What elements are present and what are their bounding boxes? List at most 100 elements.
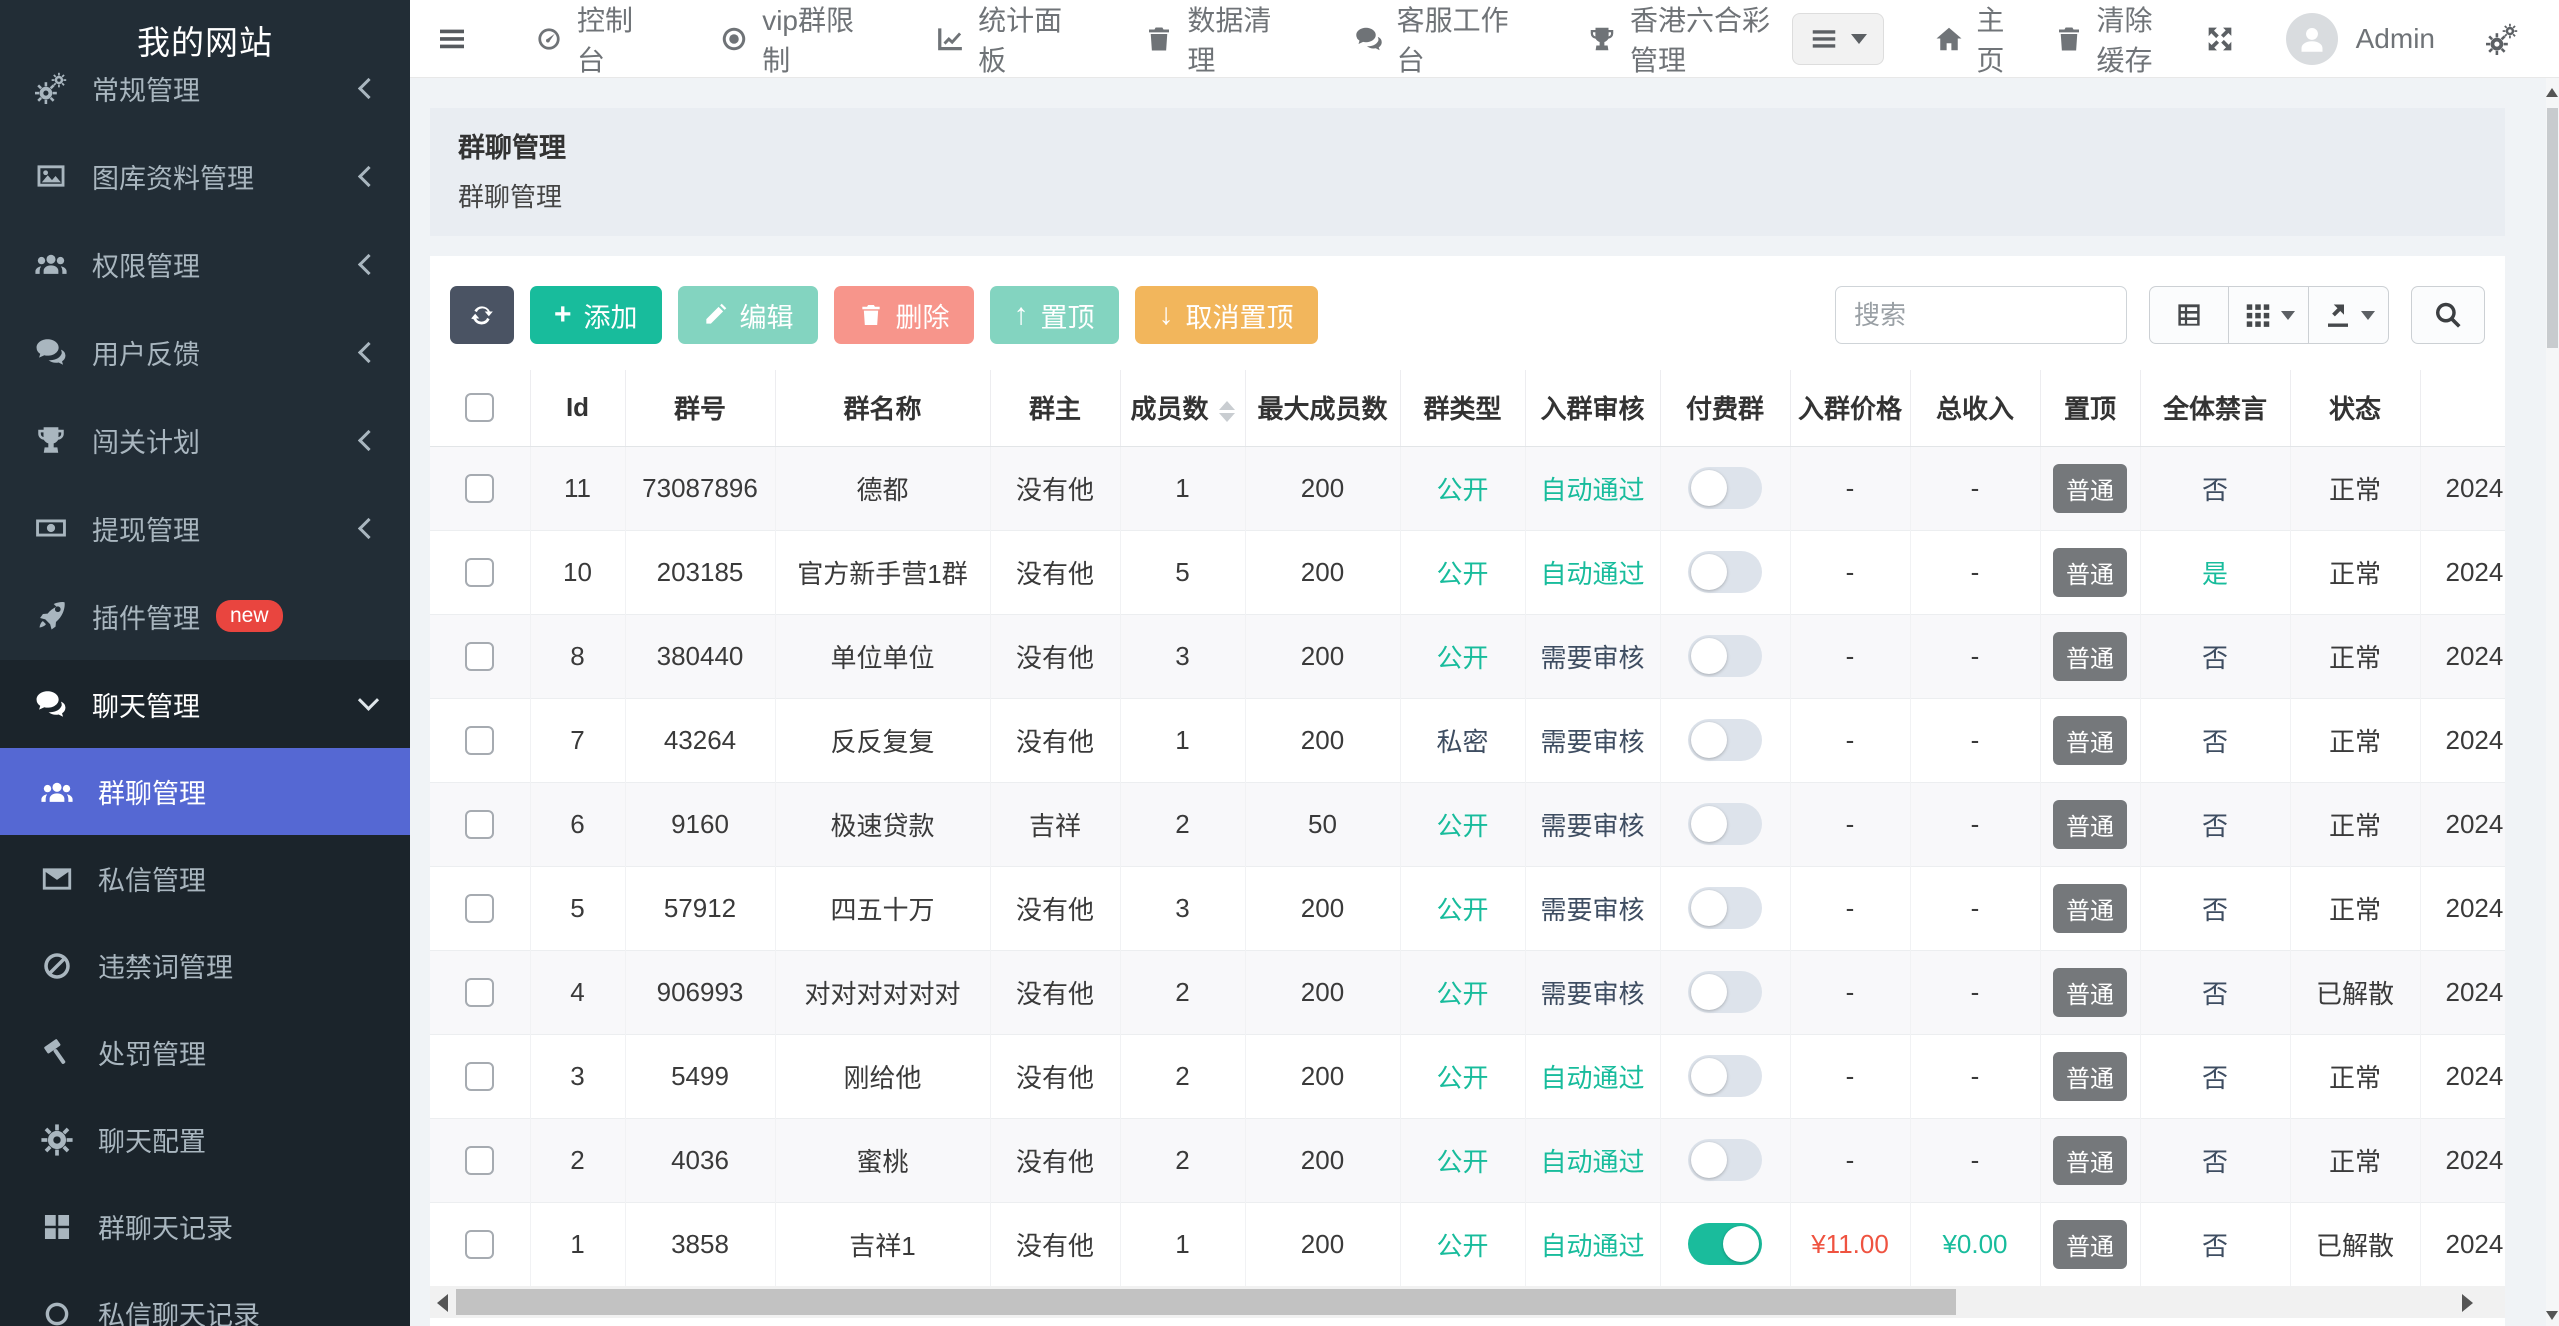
tab-hk-lottery-mgmt[interactable]: 香港六合彩管理 <box>1587 0 1792 79</box>
sidebar-item-withdraw-mgmt[interactable]: 提现管理 <box>0 484 410 572</box>
vertical-scroll-thumb[interactable] <box>2547 108 2558 348</box>
row-checkbox[interactable] <box>465 1230 494 1259</box>
sidebar-item-group-chat-mgmt[interactable]: 群聊管理 <box>0 748 410 835</box>
cell-max_members: 50 <box>1245 782 1400 866</box>
sidebar-item-private-msg-mgmt[interactable]: 私信管理 <box>0 835 410 922</box>
sidebar-item-banned-words-mgmt[interactable]: 违禁词管理 <box>0 922 410 1009</box>
tab-data-cleanup[interactable]: 数据清理 <box>1144 0 1277 79</box>
export-icon <box>2323 300 2353 330</box>
columns-dropdown-button[interactable] <box>2229 286 2309 344</box>
export-dropdown-button[interactable] <box>2309 286 2389 344</box>
navbar-right: 主页 清除缓存 Admin <box>1792 0 2533 79</box>
fullscreen-button[interactable] <box>2204 23 2236 55</box>
pin-badge: 普通 <box>2053 716 2127 765</box>
scroll-up-arrow[interactable] <box>2546 88 2558 97</box>
tab-list-dropdown-button[interactable] <box>1792 13 1884 65</box>
select-all-checkbox[interactable] <box>465 393 494 422</box>
paid-toggle[interactable] <box>1688 1223 1762 1265</box>
sidebar-toggle-button[interactable] <box>436 23 468 55</box>
cell-status: 正常 <box>2290 446 2420 530</box>
sidebar-item-gallery-mgmt[interactable]: 图库资料管理 <box>0 132 410 220</box>
row-checkbox[interactable] <box>465 810 494 839</box>
paid-toggle[interactable] <box>1688 803 1762 845</box>
tab-vip-group-limit[interactable]: vip群限制 <box>719 0 859 79</box>
row-checkbox[interactable] <box>465 894 494 923</box>
row-checkbox[interactable] <box>465 1062 494 1091</box>
cell-pin: 普通 <box>2040 866 2140 950</box>
settings-button[interactable] <box>2485 22 2519 56</box>
pin-top-button[interactable]: ↑ 置顶 <box>990 286 1119 344</box>
row-checkbox[interactable] <box>465 1146 494 1175</box>
row-checkbox-cell <box>430 614 530 698</box>
sidebar-item-private-chat-records[interactable]: 私信聊天记录 <box>0 1270 410 1326</box>
cell-max_members: 200 <box>1245 530 1400 614</box>
row-checkbox[interactable] <box>465 978 494 1007</box>
paid-toggle[interactable] <box>1688 971 1762 1013</box>
cell-pin: 普通 <box>2040 446 2140 530</box>
row-checkbox[interactable] <box>465 726 494 755</box>
paid-toggle[interactable] <box>1688 635 1762 677</box>
delete-button[interactable]: 删除 <box>834 286 974 344</box>
scroll-down-arrow[interactable] <box>2546 1311 2558 1320</box>
column-header[interactable]: 成员数 <box>1120 370 1245 446</box>
cell-mute: 否 <box>2140 1118 2290 1202</box>
tab-customer-service[interactable]: 客服工作台 <box>1354 0 1511 79</box>
cell-price: - <box>1790 446 1910 530</box>
paid-toggle[interactable] <box>1688 551 1762 593</box>
detail-view-button[interactable] <box>2149 286 2229 344</box>
cell-price: - <box>1790 614 1910 698</box>
trophy-icon <box>34 423 68 457</box>
row-checkbox[interactable] <box>465 642 494 671</box>
table-card: + 添加 编辑 删除 ↑ 置顶 <box>430 256 2505 1326</box>
sidebar-item-chat-config[interactable]: 聊天配置 <box>0 1096 410 1183</box>
scroll-left-arrow[interactable] <box>437 1294 448 1312</box>
cell-owner: 没有他 <box>990 446 1120 530</box>
paid-toggle[interactable] <box>1688 887 1762 929</box>
cell-created: 2024 <box>2420 446 2505 530</box>
cell-id: 2 <box>530 1118 625 1202</box>
paid-toggle[interactable] <box>1688 467 1762 509</box>
cell-paid <box>1660 1118 1790 1202</box>
sidebar-item-group-chat-records[interactable]: 群聊天记录 <box>0 1183 410 1270</box>
sidebar-item-permission-mgmt[interactable]: 权限管理 <box>0 220 410 308</box>
unpin-button[interactable]: ↓ 取消置顶 <box>1135 286 1318 344</box>
column-header-label: 付费群 <box>1686 394 1764 424</box>
row-checkbox[interactable] <box>465 474 494 503</box>
add-button[interactable]: + 添加 <box>530 286 662 344</box>
scroll-right-arrow[interactable] <box>2462 1294 2473 1312</box>
sidebar-item-punishment-mgmt[interactable]: 处罚管理 <box>0 1009 410 1096</box>
cell-status: 已解散 <box>2290 950 2420 1034</box>
user-menu[interactable]: Admin <box>2286 13 2435 65</box>
search-input[interactable] <box>1835 286 2127 344</box>
sidebar-item-chat-mgmt[interactable]: 聊天管理 <box>0 660 410 748</box>
sort-icon[interactable] <box>1219 401 1235 422</box>
tab-stats-panel[interactable]: 统计面板 <box>935 0 1068 79</box>
home-button[interactable]: 主页 <box>1934 0 2004 79</box>
sidebar-item-plugin-mgmt[interactable]: 插件管理 new <box>0 572 410 660</box>
horizontal-scroll-thumb[interactable] <box>456 1289 1956 1315</box>
sidebar-item-challenge-plan[interactable]: 闯关计划 <box>0 396 410 484</box>
paid-toggle[interactable] <box>1688 1139 1762 1181</box>
tab-console[interactable]: 控制台 <box>534 0 643 79</box>
paid-toggle[interactable] <box>1688 719 1762 761</box>
page-title: 群聊管理 <box>458 126 2477 165</box>
column-header: 置顶 <box>2040 370 2140 446</box>
top-navbar: 控制台 vip群限制 统计面板 数据清理 客服工作台 香港六合彩管理 <box>410 0 2559 78</box>
row-checkbox[interactable] <box>465 558 494 587</box>
header-checkbox-cell <box>430 370 530 446</box>
cell-mute: 否 <box>2140 446 2290 530</box>
edit-button[interactable]: 编辑 <box>678 286 818 344</box>
clear-cache-button[interactable]: 清除缓存 <box>2054 0 2153 79</box>
refresh-button[interactable] <box>450 286 514 344</box>
cell-income: - <box>1910 950 2040 1034</box>
column-header-label: 群主 <box>1029 394 1081 424</box>
column-header-label: 入群价格 <box>1798 394 1902 424</box>
caret-down-icon <box>2281 311 2295 320</box>
sidebar-item-user-feedback[interactable]: 用户反馈 <box>0 308 410 396</box>
cell-status: 正常 <box>2290 782 2420 866</box>
circle-icon <box>40 1297 74 1326</box>
paid-toggle[interactable] <box>1688 1055 1762 1097</box>
search-button[interactable] <box>2411 286 2485 344</box>
toolbar-right <box>1835 286 2485 344</box>
cell-income: - <box>1910 1034 2040 1118</box>
